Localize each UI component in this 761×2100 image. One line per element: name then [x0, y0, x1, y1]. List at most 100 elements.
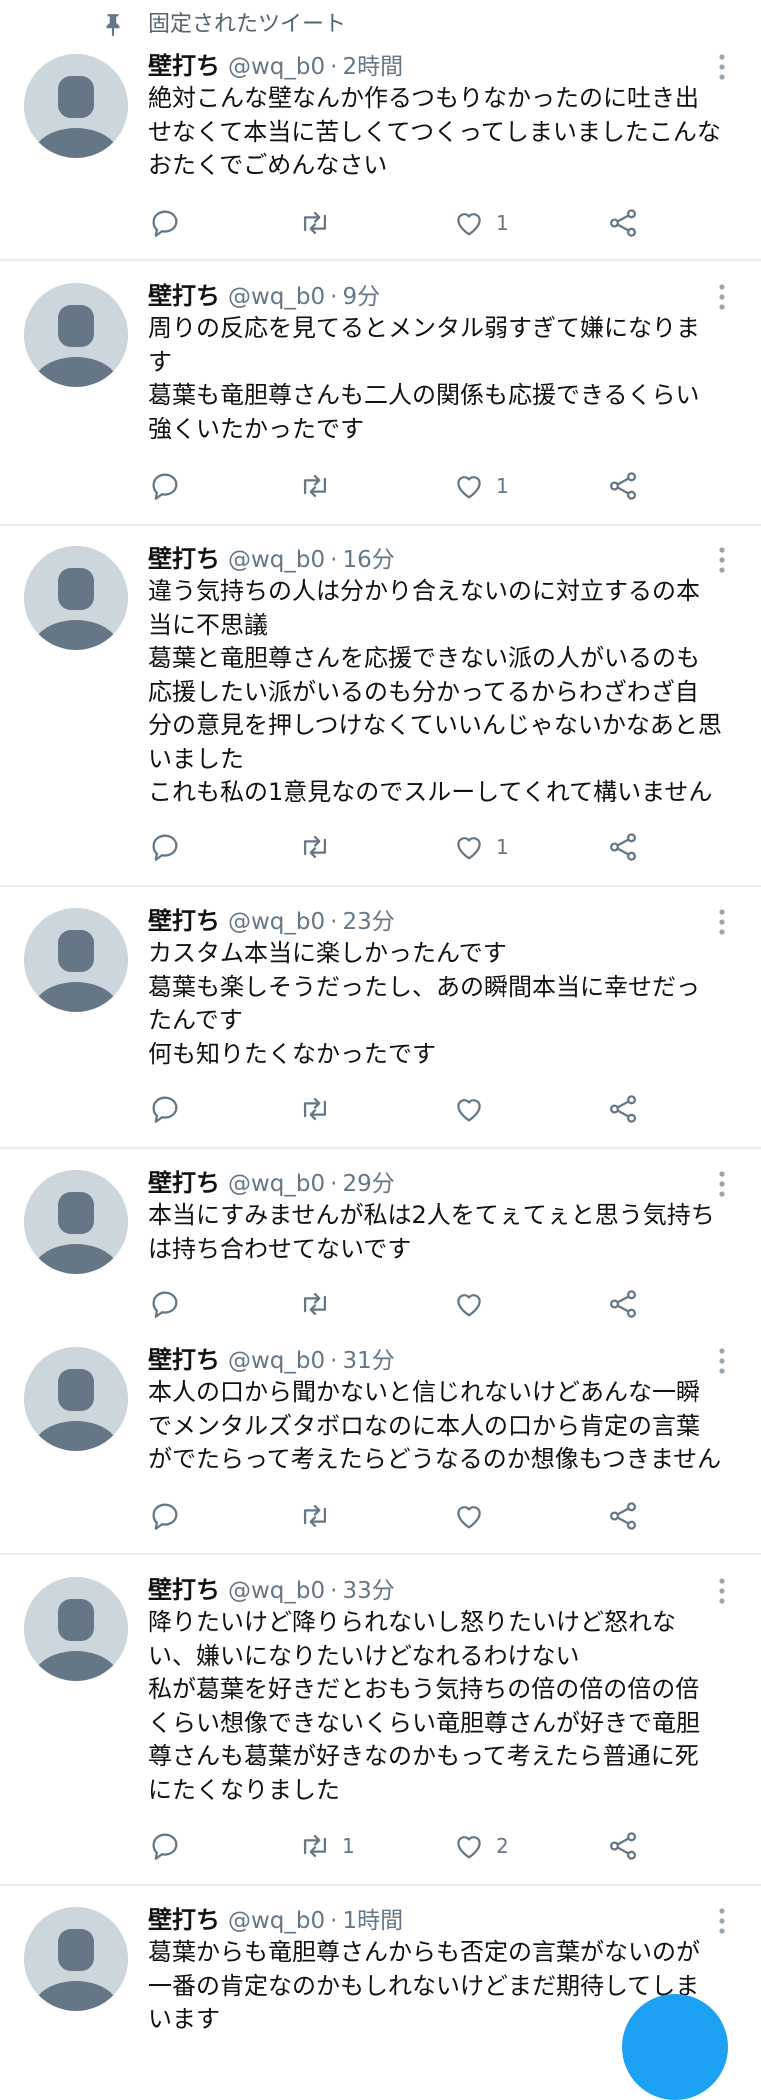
avatar[interactable] — [24, 1907, 128, 2011]
tweet-actions: 1 — [148, 203, 648, 243]
like-button[interactable]: 1 — [452, 203, 509, 243]
tweet-header: 壁打ち @wq_b0 · 1時間 — [148, 1904, 403, 1936]
retweet-icon — [303, 1504, 327, 1528]
more-options-icon[interactable] — [710, 1906, 734, 1936]
author-name[interactable]: 壁打ち — [148, 1169, 220, 1197]
author-name[interactable]: 壁打ち — [148, 52, 220, 80]
like-count: 2 — [496, 1834, 509, 1858]
reply-button[interactable] — [148, 1284, 182, 1324]
retweet-button[interactable]: 1 — [298, 1826, 355, 1866]
more-options-icon[interactable] — [710, 1169, 734, 1199]
author-handle: @wq_b0 — [228, 1908, 326, 1934]
tweet-text: 本人の口から聞かないと信じれないけどあんな一瞬 でメンタルズタボロなのに本人の口… — [148, 1378, 722, 1473]
tweet-time[interactable]: 16分 — [342, 547, 394, 573]
compose-tweet-button[interactable] — [622, 1994, 728, 2100]
tweet-divider — [0, 1553, 761, 1555]
tweet-divider — [0, 1884, 761, 1886]
tweet-time[interactable]: 2時間 — [342, 54, 403, 80]
more-options-icon[interactable] — [710, 907, 734, 937]
reply-button[interactable] — [148, 203, 182, 243]
avatar[interactable] — [24, 546, 128, 650]
like-button[interactable] — [452, 1284, 496, 1324]
share-icon — [609, 1290, 637, 1318]
tweet-header: 壁打ち @wq_b0 · 9分 — [148, 280, 380, 312]
like-button[interactable] — [452, 1496, 496, 1536]
author-name[interactable]: 壁打ち — [148, 1346, 220, 1374]
tweet-header: 壁打ち @wq_b0 · 29分 — [148, 1167, 395, 1199]
reply-icon — [152, 1096, 178, 1123]
reply-button[interactable] — [148, 466, 182, 506]
share-button[interactable] — [606, 1284, 640, 1324]
avatar[interactable] — [24, 908, 128, 1012]
tweet-header: 壁打ち @wq_b0 · 31分 — [148, 1344, 395, 1376]
reply-button[interactable] — [148, 827, 182, 867]
tweet-text: 降りたいけど降りられないし怒りたいけど怒れな い、嫌いになりたいけどなれるわけな… — [148, 1608, 700, 1804]
author-handle: @wq_b0 — [228, 1348, 326, 1374]
avatar[interactable] — [24, 1347, 128, 1451]
share-button[interactable] — [606, 1826, 640, 1866]
author-handle: @wq_b0 — [228, 284, 326, 310]
retweet-button[interactable] — [298, 466, 342, 506]
author-name[interactable]: 壁打ち — [148, 545, 220, 573]
tweet-text: 絶対こんな壁なんか作るつもりなかったのに吐き出 せなくて本当に苦しくてつくってし… — [148, 84, 721, 179]
retweet-button[interactable] — [298, 827, 342, 867]
avatar[interactable] — [24, 283, 128, 387]
like-icon — [457, 1099, 481, 1122]
tweet-actions — [148, 1089, 648, 1129]
like-icon — [457, 1294, 481, 1317]
tweet-time[interactable]: 31分 — [342, 1348, 394, 1374]
like-button[interactable]: 1 — [452, 827, 509, 867]
avatar[interactable] — [24, 1170, 128, 1274]
share-icon — [609, 472, 637, 500]
retweet-button[interactable] — [298, 203, 342, 243]
retweet-button[interactable] — [298, 1496, 342, 1536]
retweet-icon — [303, 211, 327, 235]
pinned-label: 固定されたツイート — [148, 12, 347, 37]
tweet-time[interactable]: 9分 — [342, 284, 380, 310]
share-button[interactable] — [606, 1496, 640, 1536]
share-button[interactable] — [606, 827, 640, 867]
author-handle: @wq_b0 — [228, 1171, 326, 1197]
retweet-icon — [303, 1834, 327, 1858]
more-options-icon[interactable] — [710, 282, 734, 312]
more-options-icon[interactable] — [710, 1346, 734, 1376]
author-name[interactable]: 壁打ち — [148, 282, 220, 310]
share-button[interactable] — [606, 203, 640, 243]
tweet-actions: 12 — [148, 1826, 648, 1866]
retweet-button[interactable] — [298, 1284, 342, 1324]
like-count: 1 — [496, 474, 509, 498]
tweet-time[interactable]: 33分 — [342, 1578, 394, 1604]
tweet-actions: 1 — [148, 466, 648, 506]
author-name[interactable]: 壁打ち — [148, 1906, 220, 1934]
like-icon — [457, 476, 481, 499]
retweet-button[interactable] — [298, 1089, 342, 1129]
more-options-icon[interactable] — [710, 52, 734, 82]
share-button[interactable] — [606, 1089, 640, 1129]
reply-button[interactable] — [148, 1826, 182, 1866]
like-icon — [457, 1836, 481, 1859]
author-name[interactable]: 壁打ち — [148, 907, 220, 935]
more-options-icon[interactable] — [710, 1576, 734, 1606]
separator-dot: · — [330, 284, 338, 310]
like-button[interactable]: 2 — [452, 1826, 509, 1866]
author-name[interactable]: 壁打ち — [148, 1576, 220, 1604]
tweet-time[interactable]: 29分 — [342, 1171, 394, 1197]
avatar[interactable] — [24, 54, 128, 158]
like-count: 1 — [496, 211, 509, 235]
more-options-icon[interactable] — [710, 545, 734, 575]
share-button[interactable] — [606, 466, 640, 506]
reply-icon — [152, 473, 178, 500]
tweet-divider — [0, 1147, 761, 1149]
like-button[interactable]: 1 — [452, 466, 509, 506]
tweet-time[interactable]: 23分 — [342, 909, 394, 935]
reply-icon — [152, 210, 178, 237]
tweet-time[interactable]: 1時間 — [342, 1908, 403, 1934]
like-button[interactable] — [452, 1089, 496, 1129]
tweet-divider — [0, 524, 761, 526]
share-icon — [609, 1502, 637, 1530]
reply-button[interactable] — [148, 1089, 182, 1129]
like-icon — [457, 837, 481, 860]
reply-button[interactable] — [148, 1496, 182, 1536]
separator-dot: · — [330, 909, 338, 935]
avatar[interactable] — [24, 1577, 128, 1681]
